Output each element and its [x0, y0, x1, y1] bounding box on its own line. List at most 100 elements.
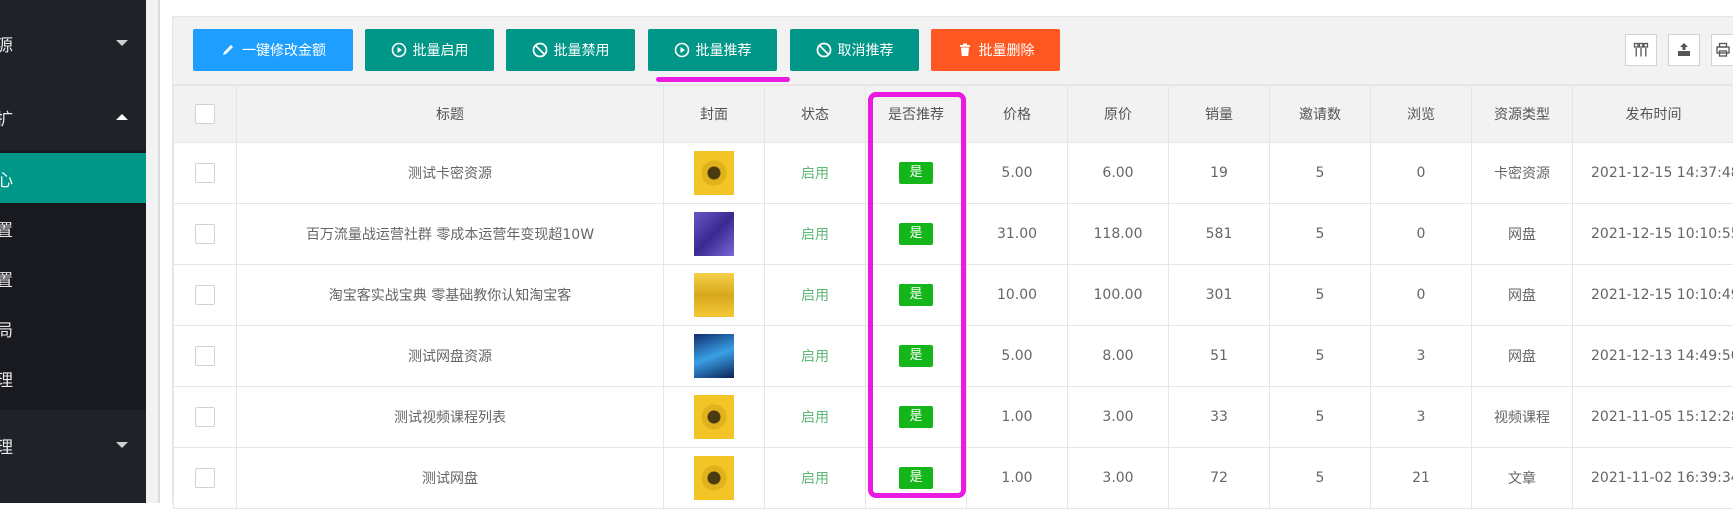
cover-thumbnail[interactable]: [694, 212, 734, 256]
cell-original-price: 100.00: [1068, 265, 1169, 326]
cell-title: 淘宝客实战宝典 零基础教你认知淘宝客: [237, 265, 664, 326]
row-checkbox[interactable]: [195, 163, 215, 183]
sidebar-item-center[interactable]: 心: [0, 153, 146, 203]
sidebar: 源 扩 心 置 置 局 理 理: [0, 0, 146, 503]
cell-price: 31.00: [967, 204, 1068, 265]
cell-status: 启用: [765, 326, 866, 387]
header-original-price[interactable]: 原价: [1068, 86, 1169, 143]
cell-sales: 33: [1169, 387, 1270, 448]
cell-sales: 72: [1169, 448, 1270, 509]
cell-status: 启用: [765, 387, 866, 448]
sidebar-item-manage-2[interactable]: 理: [0, 420, 146, 470]
button-label: 取消推荐: [838, 40, 894, 60]
cover-thumbnail[interactable]: [694, 456, 734, 500]
row-checkbox[interactable]: [195, 407, 215, 427]
header-status[interactable]: 状态: [765, 86, 866, 143]
cell-cover[interactable]: [664, 143, 765, 204]
sidebar-item-extensions[interactable]: 扩: [0, 92, 146, 142]
sidebar-item-manage-1[interactable]: 理: [0, 353, 146, 403]
sidebar-item-label: 源: [0, 31, 13, 56]
sidebar-item-label: 心: [0, 166, 13, 191]
cell-cover[interactable]: [664, 387, 765, 448]
edit-icon: [220, 42, 236, 58]
cover-thumbnail[interactable]: [694, 334, 734, 378]
header-price[interactable]: 价格: [967, 86, 1068, 143]
batch-recommend-button[interactable]: 批量推荐: [648, 29, 777, 71]
cell-price: 10.00: [967, 265, 1068, 326]
header-views[interactable]: 浏览: [1371, 86, 1472, 143]
cell-resource-type: 网盘: [1472, 265, 1573, 326]
ban-icon: [532, 42, 548, 58]
columns-icon[interactable]: [1625, 34, 1657, 66]
sidebar-item-label: 理: [0, 433, 13, 458]
play-circle-icon: [391, 42, 407, 58]
header-title[interactable]: 标题: [237, 86, 664, 143]
cell-status: 启用: [765, 448, 866, 509]
row-checkbox[interactable]: [195, 346, 215, 366]
cell-sales: 301: [1169, 265, 1270, 326]
cell-resource-type: 文章: [1472, 448, 1573, 509]
cell-publish-time: 2021-12-15 14:37:48: [1573, 143, 1733, 204]
header-cover[interactable]: 封面: [664, 86, 765, 143]
cell-publish-time: 2021-11-02 16:39:34: [1573, 448, 1733, 509]
header-invites[interactable]: 邀请数: [1270, 86, 1371, 143]
cell-cover[interactable]: [664, 326, 765, 387]
toolbar: 一键修改金额 批量启用 批量禁用 批量推荐 取消推荐: [173, 17, 1733, 85]
sidebar-item-resources[interactable]: 源: [0, 18, 146, 68]
cell-invites: 5: [1270, 448, 1371, 509]
header-sales[interactable]: 销量: [1169, 86, 1270, 143]
button-label: 批量禁用: [554, 40, 610, 60]
sidebar-item-settings-1[interactable]: 置: [0, 203, 146, 253]
cell-cover[interactable]: [664, 265, 765, 326]
cell-publish-time: 2021-11-05 15:12:28: [1573, 387, 1733, 448]
cell-invites: 5: [1270, 204, 1371, 265]
cell-original-price: 6.00: [1068, 143, 1169, 204]
select-all-checkbox[interactable]: [195, 104, 215, 124]
row-checkbox[interactable]: [195, 224, 215, 244]
cell-title: 测试网盘资源: [237, 326, 664, 387]
cell-resource-type: 网盘: [1472, 204, 1573, 265]
cell-invites: 5: [1270, 387, 1371, 448]
cell-views: 21: [1371, 448, 1472, 509]
cover-thumbnail[interactable]: [694, 151, 734, 195]
edit-amount-button[interactable]: 一键修改金额: [193, 29, 353, 71]
sidebar-item-label: 置: [0, 216, 13, 241]
cell-price: 1.00: [967, 387, 1068, 448]
print-icon[interactable]: [1711, 34, 1733, 66]
cell-cover[interactable]: [664, 204, 765, 265]
batch-delete-button[interactable]: 批量删除: [931, 29, 1060, 71]
cell-cover[interactable]: [664, 448, 765, 509]
cell-views: 0: [1371, 265, 1472, 326]
header-resource-type[interactable]: 资源类型: [1472, 86, 1573, 143]
sidebar-item-settings-2[interactable]: 置: [0, 253, 146, 303]
sidebar-item-label: 局: [0, 316, 13, 341]
cancel-recommend-button[interactable]: 取消推荐: [790, 29, 919, 71]
cell-original-price: 118.00: [1068, 204, 1169, 265]
cell-publish-time: 2021-12-15 10:10:49: [1573, 265, 1733, 326]
cell-sales: 51: [1169, 326, 1270, 387]
cover-thumbnail[interactable]: [694, 273, 734, 317]
header-select-all[interactable]: [174, 86, 237, 143]
cell-status: 启用: [765, 204, 866, 265]
divider: [158, 0, 160, 503]
batch-disable-button[interactable]: 批量禁用: [506, 29, 635, 71]
chevron-up-icon: [116, 114, 128, 120]
cell-resource-type: 视频课程: [1472, 387, 1573, 448]
cell-views: 0: [1371, 204, 1472, 265]
cell-original-price: 3.00: [1068, 448, 1169, 509]
row-checkbox[interactable]: [195, 285, 215, 305]
highlight-box: [868, 92, 966, 498]
cell-price: 5.00: [967, 326, 1068, 387]
batch-enable-button[interactable]: 批量启用: [365, 29, 494, 71]
export-icon[interactable]: [1668, 34, 1700, 66]
play-circle-icon: [674, 42, 690, 58]
cell-title: 百万流量战运营社群 零成本运营年变现超10W: [237, 204, 664, 265]
row-checkbox[interactable]: [195, 468, 215, 488]
cell-views: 3: [1371, 326, 1472, 387]
button-label: 批量启用: [413, 40, 469, 60]
cell-views: 3: [1371, 387, 1472, 448]
header-publish-time[interactable]: 发布时间: [1573, 86, 1733, 143]
cell-original-price: 8.00: [1068, 326, 1169, 387]
cover-thumbnail[interactable]: [694, 395, 734, 439]
sidebar-item-layout[interactable]: 局: [0, 303, 146, 353]
